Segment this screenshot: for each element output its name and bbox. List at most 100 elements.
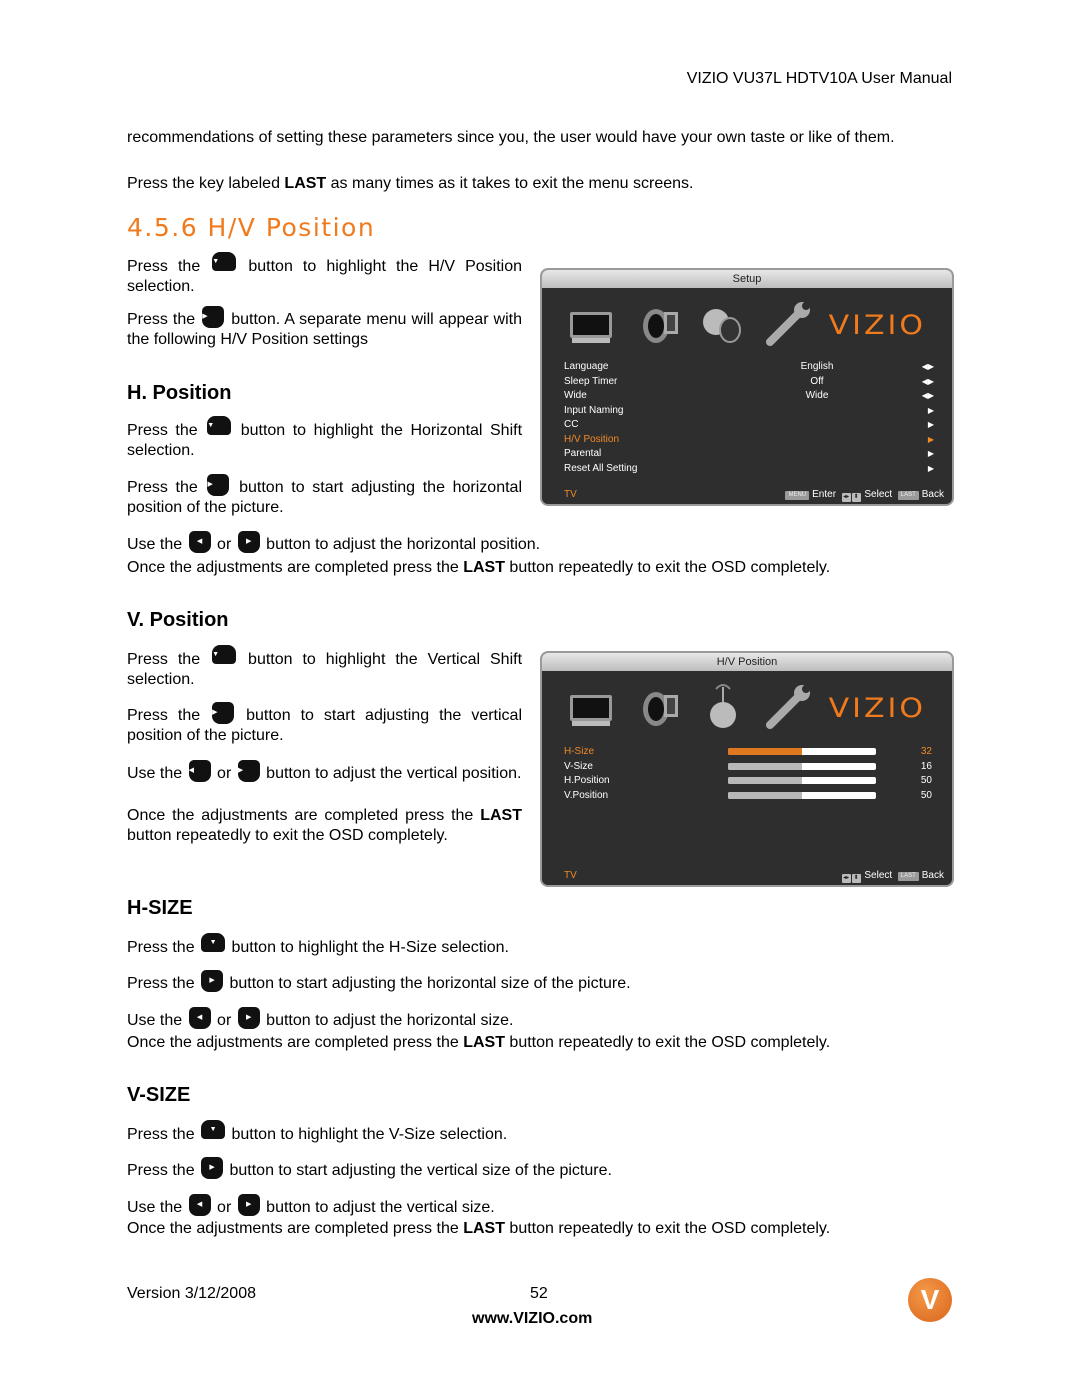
osd-menu-item-label: Reset All Setting	[564, 462, 638, 474]
vizio-v-logo: V	[908, 1278, 952, 1322]
osd-key-legend: MENU Enter ◂▸ ⬍ Select LAST Back	[785, 486, 944, 504]
h-position-para-2: Press the ▶ button to start adjusting th…	[127, 474, 522, 518]
down-button-icon: ▼	[207, 416, 232, 435]
intro-last-paragraph: Press the key labeled LAST as many times…	[127, 175, 694, 192]
left-right-arrow-icon: ◀▶	[921, 362, 934, 371]
osd-menu-item-value: Off	[810, 375, 824, 387]
right-arrow-icon: ▶	[927, 434, 934, 444]
up-down-nav-icon: ⬍	[851, 493, 861, 502]
manual-title: VIZIO VU37L HDTV10A User Manual	[686, 70, 952, 87]
menu-key-icon: MENU	[785, 491, 810, 500]
right-button-icon: ▶	[237, 1194, 260, 1216]
osd-menu-item: H/V Position ▶	[542, 433, 952, 448]
left-right-arrow-icon: ◀▶	[921, 376, 934, 386]
osd-slider-value: 32	[920, 746, 932, 757]
last-key-label: LAST	[284, 175, 327, 192]
osd-menu-item: Wide Wide ◀▶	[542, 389, 952, 404]
h-position-heading: H. Position	[127, 382, 232, 404]
audio-icon	[643, 692, 678, 726]
down-button-icon: ▼	[212, 252, 237, 271]
osd-title: H/V Position	[542, 653, 952, 671]
osd-slider-bar	[728, 791, 876, 799]
osd-slider-fill	[728, 762, 802, 770]
v-size-heading: V-SIZE	[127, 1084, 191, 1106]
osd-menu-item-label: H/V Position	[564, 433, 620, 445]
tv-icon	[570, 312, 612, 343]
osd-menu-item-label: Input Naming	[564, 404, 624, 416]
osd-slider-label: V-Size	[564, 760, 593, 772]
osd-slider-label: H-Size	[564, 746, 595, 757]
audio-icon	[643, 309, 678, 343]
tv-icon	[570, 695, 612, 726]
antenna-globe-icon	[710, 684, 736, 728]
v-size-para-3: Use the ◀ or ▶ button to adjust the vert…	[127, 1194, 495, 1218]
website-link[interactable]: www.VIZIO.com	[472, 1309, 592, 1329]
osd-source-label: TV	[564, 870, 577, 881]
osd-menu-item: Language English ◀▶	[542, 360, 952, 375]
v-position-para-2: Press the ▶ button to start adjusting th…	[127, 702, 522, 746]
osd-slider-fill	[728, 777, 802, 784]
v-position-heading: V. Position	[127, 609, 229, 631]
left-button-icon: ◀	[188, 760, 211, 782]
wrench-icon	[766, 685, 810, 729]
osd-slider-fill	[728, 791, 802, 799]
left-button-icon: ◀	[188, 1007, 211, 1029]
right-button-icon: ▶	[207, 474, 230, 496]
osd-menu-item-label: Parental	[564, 448, 602, 459]
right-arrow-icon: ▶	[927, 405, 934, 415]
h-position-para-1: Press the ▼ button to highlight the Hori…	[127, 416, 522, 461]
osd-slider-bar	[728, 777, 876, 784]
v-size-para-4: Once the adjustments are completed press…	[127, 1220, 831, 1237]
osd-slider-value: 50	[920, 775, 932, 786]
left-right-nav-icon: ◂▸	[841, 874, 851, 883]
last-key-icon: LAST	[897, 872, 919, 881]
osd-menu-item: Sleep Timer Off ◀▶	[542, 375, 952, 390]
osd-slider-item: V-Size 16	[542, 760, 952, 775]
section-para-2: Press the ▶ button. A separate menu will…	[127, 306, 522, 350]
osd-slider-bar	[728, 762, 876, 770]
osd-slider-list: H-Size 32 V-Size 16 H.Position 50 V.Position 50	[542, 745, 952, 803]
right-button-icon: ▶	[201, 970, 224, 992]
osd-menu-item-label: Language	[564, 361, 609, 372]
right-button-icon: ▶	[201, 1157, 224, 1179]
right-button-icon: ▶	[237, 760, 260, 782]
v-position-para-3: Use the ◀ or ▶ button to adjust the vert…	[127, 760, 522, 784]
page-number: 52	[530, 1285, 548, 1302]
osd-setup-screenshot: Setup VIZIO Language English ◀▶ Sleep Timer…	[540, 268, 954, 506]
osd-footer: TV ◂▸ ⬍ Select LAST Back	[542, 867, 952, 885]
osd-key-legend: ◂▸ ⬍ Select LAST Back	[841, 870, 944, 883]
osd-menu-item-label: Wide	[564, 390, 587, 401]
wrench-icon	[766, 302, 810, 346]
osd-slider-label: V.Position	[564, 789, 609, 801]
osd-slider-label: H.Position	[564, 775, 610, 786]
osd-title: Setup	[542, 270, 952, 288]
osd-slider-bar	[728, 748, 876, 755]
v-position-para-1: Press the ▼ button to highlight the Vert…	[127, 645, 522, 690]
right-arrow-icon: ▶	[927, 463, 934, 473]
version-label: Version 3/12/2008	[127, 1285, 256, 1302]
down-button-icon: ▼	[212, 645, 237, 664]
v-size-para-1: Press the ▼ button to highlight the V-Si…	[127, 1120, 507, 1145]
h-size-heading: H-SIZE	[127, 897, 193, 919]
osd-source-label: TV	[564, 489, 577, 500]
osd-menu-item: Reset All Setting ▶	[542, 462, 952, 477]
osd-slider-value: 16	[920, 760, 932, 772]
v-position-para-4: Once the adjustments are completed press…	[127, 807, 522, 844]
h-position-para-4: Once the adjustments are completed press…	[127, 559, 831, 576]
osd-menu-item: Parental ▶	[542, 447, 952, 462]
osd-icon-bar: VIZIO	[542, 671, 952, 741]
vizio-logo: VIZIO	[828, 309, 926, 342]
right-button-icon: ▶	[202, 306, 225, 328]
osd-menu-item-value: Wide	[805, 390, 829, 401]
down-button-icon: ▼	[201, 1120, 226, 1139]
osd-slider-item: H-Size 32	[542, 745, 952, 760]
right-button-icon: ▶	[237, 1007, 260, 1029]
osd-menu-item-label: Sleep Timer	[564, 375, 618, 387]
osd-hv-position-screenshot: H/V Position VIZIO H-Size 32 V-Size 16 H.Pos…	[540, 651, 954, 887]
left-right-nav-icon: ◂▸	[841, 493, 851, 502]
h-size-para-3: Use the ◀ or ▶ button to adjust the hori…	[127, 1007, 513, 1031]
osd-slider-value: 50	[920, 789, 932, 801]
osd-menu-item: CC ▶	[542, 418, 952, 433]
intro-paragraph: recommendations of setting these paramet…	[127, 129, 895, 146]
section-para-1: Press the ▼ button to highlight the H/V …	[127, 252, 522, 297]
